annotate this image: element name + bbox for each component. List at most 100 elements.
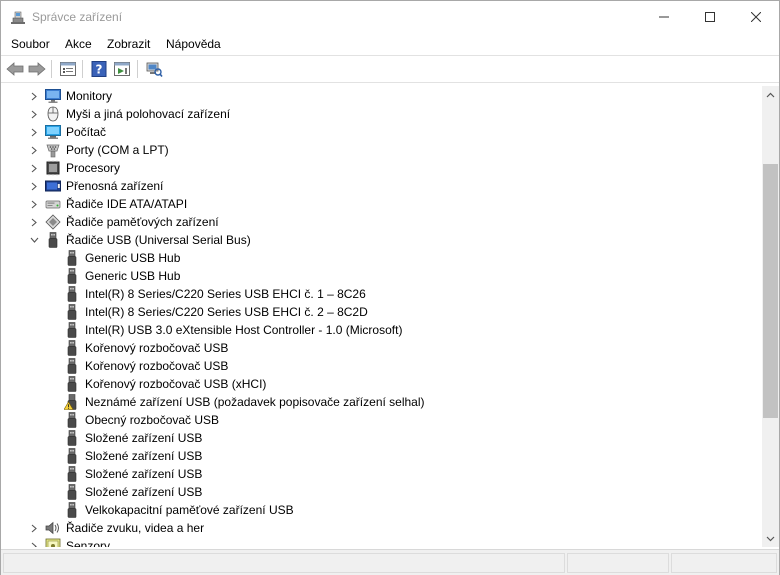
tree-device[interactable]: Intel(R) USB 3.0 eXtensible Host Control… xyxy=(4,321,763,339)
usb-icon xyxy=(64,250,80,266)
toolbar-separator xyxy=(51,60,52,78)
tree-device[interactable]: Složené zařízení USB xyxy=(4,483,763,501)
menu-akce[interactable]: Akce xyxy=(65,37,92,51)
expand-toggle[interactable] xyxy=(29,163,39,173)
close-icon xyxy=(751,12,761,22)
expand-toggle[interactable] xyxy=(29,109,39,119)
tree-item-label: Řadiče USB (Universal Serial Bus) xyxy=(66,233,251,247)
scroll-thumb[interactable] xyxy=(763,164,778,418)
expand-toggle[interactable] xyxy=(29,199,39,209)
tree-category[interactable]: Řadiče paměťových zařízení xyxy=(4,213,763,231)
forward-icon xyxy=(28,62,46,76)
tree-device[interactable]: Kořenový rozbočovač USB (xHCI) xyxy=(4,375,763,393)
tree-category[interactable]: Porty (COM a LPT) xyxy=(4,141,763,159)
expand-toggle[interactable] xyxy=(29,145,39,155)
chevron-right-icon xyxy=(31,524,37,532)
maximize-button[interactable] xyxy=(687,1,733,33)
vertical-scrollbar[interactable] xyxy=(762,86,779,547)
expand-toggle[interactable] xyxy=(29,181,39,191)
toolbar: ? xyxy=(1,56,779,83)
scroll-down-button[interactable] xyxy=(762,530,779,547)
help-button[interactable]: ? xyxy=(89,59,109,79)
scroll-up-button[interactable] xyxy=(762,86,779,103)
usb-icon xyxy=(64,430,80,446)
window-title: Správce zařízení xyxy=(32,10,123,24)
tree-item-label: Složené zařízení USB xyxy=(85,449,203,463)
expand-toggle[interactable] xyxy=(29,127,39,137)
chevron-down-icon xyxy=(30,237,38,243)
tree-item-label: Počítač xyxy=(66,125,107,139)
tree-device[interactable]: Složené zařízení USB xyxy=(4,447,763,465)
properties-view-button[interactable] xyxy=(58,59,78,79)
tree-item-label: Generic USB Hub xyxy=(85,251,181,265)
computer-icon xyxy=(45,124,61,140)
menu-soubor[interactable]: Soubor xyxy=(11,37,50,51)
tree-device[interactable]: Složené zařízení USB xyxy=(4,465,763,483)
close-button[interactable] xyxy=(733,1,779,33)
ide-controller-icon xyxy=(45,196,61,212)
tree-item-label: Řadiče IDE ATA/ATAPI xyxy=(66,197,188,211)
storage-controller-icon xyxy=(45,214,61,230)
sensor-icon xyxy=(45,538,61,547)
expand-toggle[interactable] xyxy=(29,91,39,101)
chevron-right-icon xyxy=(31,200,37,208)
toolbar-separator xyxy=(82,60,83,78)
chevron-right-icon xyxy=(31,164,37,172)
back-icon xyxy=(6,62,24,76)
forward-button[interactable] xyxy=(27,59,47,79)
minimize-button[interactable] xyxy=(641,1,687,33)
processor-icon xyxy=(45,160,61,176)
back-button[interactable] xyxy=(5,59,25,79)
scan-hardware-button[interactable] xyxy=(144,59,164,79)
tree-category[interactable]: Procesory xyxy=(4,159,763,177)
tree-category[interactable]: Monitory xyxy=(4,87,763,105)
chevron-right-icon xyxy=(31,92,37,100)
tree-item-label: Velkokapacitní paměťové zařízení USB xyxy=(85,503,294,517)
tree-device[interactable]: Intel(R) 8 Series/C220 Series USB EHCI č… xyxy=(4,285,763,303)
tree-item-label: Řadiče paměťových zařízení xyxy=(66,215,219,229)
usb-icon xyxy=(64,484,80,500)
device-manager-window: Správce zařízení Soubor Akce Zobrazit Ná… xyxy=(0,0,780,575)
tree-item-label: Procesory xyxy=(66,161,121,175)
sound-icon xyxy=(45,520,61,536)
expand-toggle[interactable] xyxy=(29,541,39,547)
menu-zobrazit[interactable]: Zobrazit xyxy=(107,37,150,51)
svg-text:?: ? xyxy=(96,63,103,77)
tree-category[interactable]: Počítač xyxy=(4,123,763,141)
action-view-icon xyxy=(114,62,130,76)
tree-item-label: Složené zařízení USB xyxy=(85,485,203,499)
tree-device[interactable]: Velkokapacitní paměťové zařízení USB xyxy=(4,501,763,519)
chevron-right-icon xyxy=(31,182,37,190)
menu-napoveda[interactable]: Nápověda xyxy=(166,37,221,51)
usb-icon xyxy=(64,322,80,338)
tree-category[interactable]: Myši a jiná polohovací zařízení xyxy=(4,105,763,123)
tree-category[interactable]: Řadiče USB (Universal Serial Bus) xyxy=(4,231,763,249)
tree-category[interactable]: Řadiče IDE ATA/ATAPI xyxy=(4,195,763,213)
chevron-down-icon xyxy=(766,536,775,541)
tree-device[interactable]: Neznámé zařízení USB (požadavek popisova… xyxy=(4,393,763,411)
tree-device[interactable]: Obecný rozbočovač USB xyxy=(4,411,763,429)
expand-toggle[interactable] xyxy=(29,217,39,227)
scan-hardware-icon xyxy=(146,62,163,77)
collapse-toggle[interactable] xyxy=(29,235,39,245)
tree-category[interactable]: Senzory xyxy=(4,537,763,547)
expand-toggle[interactable] xyxy=(29,523,39,533)
tree-category[interactable]: Přenosná zařízení xyxy=(4,177,763,195)
action-view-button[interactable] xyxy=(112,59,132,79)
tree-device[interactable]: Kořenový rozbočovač USB xyxy=(4,357,763,375)
chevron-up-icon xyxy=(766,92,775,97)
maximize-icon xyxy=(705,12,715,22)
tree-device[interactable]: Generic USB Hub xyxy=(4,267,763,285)
tree-device[interactable]: Generic USB Hub xyxy=(4,249,763,267)
device-tree[interactable]: Monitory Myši a jiná polohovací zařízení P… xyxy=(4,86,763,547)
tree-category[interactable]: Řadiče zvuku, videa a her xyxy=(4,519,763,537)
tree-device[interactable]: Kořenový rozbočovač USB xyxy=(4,339,763,357)
tree-device[interactable]: Intel(R) 8 Series/C220 Series USB EHCI č… xyxy=(4,303,763,321)
port-icon xyxy=(45,142,61,158)
tree-item-label: Intel(R) 8 Series/C220 Series USB EHCI č… xyxy=(85,305,368,319)
tree-item-label: Kořenový rozbočovač USB xyxy=(85,341,229,355)
tree-device[interactable]: Složené zařízení USB xyxy=(4,429,763,447)
toolbar-separator xyxy=(137,60,138,78)
title-bar[interactable]: Správce zařízení xyxy=(1,1,779,33)
status-pane-main xyxy=(3,553,565,573)
